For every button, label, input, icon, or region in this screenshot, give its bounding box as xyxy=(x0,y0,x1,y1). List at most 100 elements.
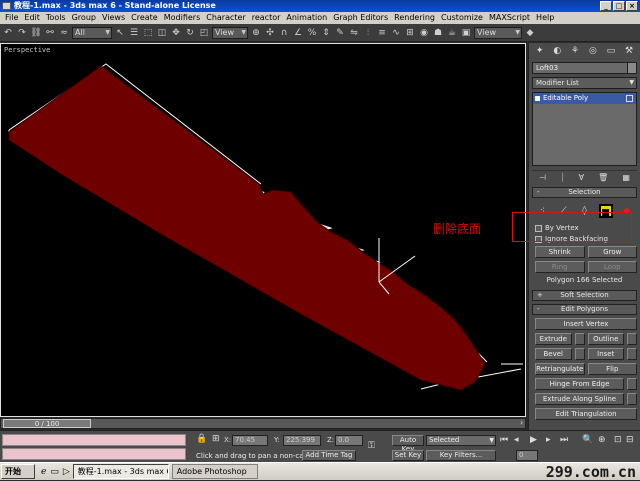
next-key-icon[interactable]: ▸ xyxy=(546,435,551,445)
extrude-button[interactable]: Extrude xyxy=(535,333,572,345)
menu-tools[interactable]: Tools xyxy=(43,12,69,24)
play-icon[interactable]: ▶ xyxy=(530,435,537,445)
object-name-field[interactable]: Loft03 xyxy=(532,62,637,74)
plus-icon[interactable] xyxy=(535,96,540,101)
window-crossing-icon[interactable]: ◫ xyxy=(156,27,168,39)
auto-key-button[interactable]: Auto Key xyxy=(392,435,424,453)
menu-maxscript[interactable]: MAXScript xyxy=(486,12,533,24)
layer-icon[interactable]: ≡ xyxy=(376,27,388,39)
set-key-button[interactable]: Set Key xyxy=(392,450,424,461)
render-scene-icon[interactable]: ☗ xyxy=(432,27,444,39)
zoom-extents-icon[interactable]: ⊡ xyxy=(614,435,622,445)
maximize-button[interactable]: □ xyxy=(613,1,625,11)
minimize-button[interactable]: _ xyxy=(600,1,612,11)
shrink-button[interactable]: Shrink xyxy=(535,246,585,258)
inset-button[interactable]: Inset xyxy=(587,348,624,360)
motion-tab-icon[interactable]: ◎ xyxy=(589,46,597,56)
x-coordinate-field[interactable]: 70.45 xyxy=(232,435,268,446)
rotate-icon[interactable]: ↻ xyxy=(184,27,196,39)
selection-rollout-header[interactable]: - Selection xyxy=(532,187,637,198)
menu-reactor[interactable]: reactor xyxy=(249,12,284,24)
stack-item-editable-poly[interactable]: Editable Poly xyxy=(533,93,636,104)
media-player-icon[interactable]: ▷ xyxy=(63,467,70,477)
align-icon[interactable]: ⫶ xyxy=(362,27,374,39)
percent-snap-icon[interactable]: % xyxy=(306,27,318,39)
angle-snap-icon[interactable]: ∠ xyxy=(292,27,304,39)
bind-space-warp-icon[interactable]: ≈ xyxy=(58,27,70,39)
scale-icon[interactable]: ◰ xyxy=(198,27,210,39)
app-icon[interactable] xyxy=(2,2,11,10)
go-to-start-icon[interactable]: ⏮ xyxy=(500,435,508,445)
render-view-dropdown[interactable]: View xyxy=(474,26,522,39)
edit-triangulation-button[interactable]: Edit Triangulation xyxy=(535,408,637,420)
task-photoshop[interactable]: Adobe Photoshop xyxy=(171,464,258,479)
selection-filter[interactable]: All xyxy=(72,26,112,39)
menu-views[interactable]: Views xyxy=(99,12,128,24)
named-selection-icon[interactable]: ✎ xyxy=(334,27,346,39)
menu-animation[interactable]: Animation xyxy=(283,12,330,24)
task-3dsmax[interactable]: 教程-1.max - 3ds max 6 -... xyxy=(72,464,169,479)
menu-customize[interactable]: Customize xyxy=(438,12,486,24)
hinge-settings-button[interactable] xyxy=(627,378,637,390)
region-select-icon[interactable]: ⬚ xyxy=(142,27,154,39)
next-frame-icon[interactable]: › xyxy=(520,419,523,427)
insert-vertex-button[interactable]: Insert Vertex xyxy=(535,318,637,330)
extrude-settings-button[interactable] xyxy=(574,333,585,345)
extrude-along-spline-settings-button[interactable] xyxy=(627,393,637,405)
bevel-settings-button[interactable] xyxy=(574,348,585,360)
loop-button[interactable]: Loop xyxy=(587,261,637,273)
key-mode-dropdown[interactable]: Selected xyxy=(426,435,496,446)
time-slider[interactable]: 0 / 100 › xyxy=(0,418,526,429)
modifier-list-dropdown[interactable]: Modifier List xyxy=(532,77,637,89)
quick-render-icon[interactable]: ☕ xyxy=(446,27,458,39)
retriangulate-button[interactable]: Retriangulate xyxy=(535,363,585,375)
menu-graph-editors[interactable]: Graph Editors xyxy=(330,12,391,24)
ie-icon[interactable]: ℯ xyxy=(41,467,46,477)
hierarchy-tab-icon[interactable]: ⚘ xyxy=(571,46,579,56)
time-slider-thumb[interactable]: 0 / 100 xyxy=(3,419,91,428)
move-icon[interactable]: ✥ xyxy=(170,27,182,39)
mirror-icon[interactable]: ⇋ xyxy=(348,27,360,39)
menu-help[interactable]: Help xyxy=(533,12,557,24)
pivot-center-icon[interactable]: ⊕ xyxy=(250,27,262,39)
zoom-icon[interactable]: 🔍 xyxy=(582,435,593,445)
render-type-icon[interactable]: ▣ xyxy=(460,27,472,39)
menu-modifiers[interactable]: Modifiers xyxy=(161,12,204,24)
maxscript-listener-mini[interactable] xyxy=(2,434,186,446)
link-icon[interactable]: ⛓ xyxy=(30,27,42,39)
menu-edit[interactable]: Edit xyxy=(21,12,43,24)
display-tab-icon[interactable]: ▭ xyxy=(607,46,616,56)
close-button[interactable]: × xyxy=(626,1,638,11)
menu-group[interactable]: Group xyxy=(69,12,99,24)
menu-rendering[interactable]: Rendering xyxy=(391,12,438,24)
render-icon[interactable]: ◆ xyxy=(524,27,536,39)
y-coordinate-field[interactable]: 225.399 xyxy=(283,435,321,446)
hinge-from-edge-button[interactable]: Hinge From Edge xyxy=(535,378,624,390)
select-by-name-icon[interactable]: ☰ xyxy=(128,27,140,39)
menu-create[interactable]: Create xyxy=(128,12,161,24)
pin-stack-icon[interactable]: ⊣ xyxy=(539,173,546,184)
absolute-mode-icon[interactable]: ⊞ xyxy=(212,434,220,444)
snap-toggle-icon[interactable]: ∩ xyxy=(278,27,290,39)
go-to-end-icon[interactable]: ⏭ xyxy=(560,435,568,445)
outline-settings-button[interactable] xyxy=(627,333,637,345)
unlink-icon[interactable]: ⚯ xyxy=(44,27,56,39)
utilities-tab-icon[interactable]: ⚒ xyxy=(625,46,633,56)
reference-coord-dropdown[interactable]: View xyxy=(212,26,248,39)
inset-settings-button[interactable] xyxy=(627,348,637,360)
outline-button[interactable]: Outline xyxy=(587,333,624,345)
bevel-button[interactable]: Bevel xyxy=(535,348,572,360)
zoom-all-icon[interactable]: ⊕ xyxy=(598,435,606,445)
spinner-snap-icon[interactable]: ⇕ xyxy=(320,27,332,39)
object-color-swatch[interactable] xyxy=(627,62,637,74)
maxscript-output-mini[interactable] xyxy=(2,448,186,460)
remove-modifier-icon[interactable]: 🗑 xyxy=(598,173,608,184)
flip-button[interactable]: Flip xyxy=(587,363,637,375)
z-coordinate-field[interactable]: 0.0 xyxy=(335,435,363,446)
loft-mesh[interactable] xyxy=(8,65,486,391)
current-frame-field[interactable]: 0 xyxy=(516,450,538,461)
modify-tab-icon[interactable]: ◐ xyxy=(553,46,561,56)
menu-character[interactable]: Character xyxy=(203,12,249,24)
menu-file[interactable]: File xyxy=(2,12,21,24)
lock-icon[interactable]: 🔒 xyxy=(196,434,207,444)
